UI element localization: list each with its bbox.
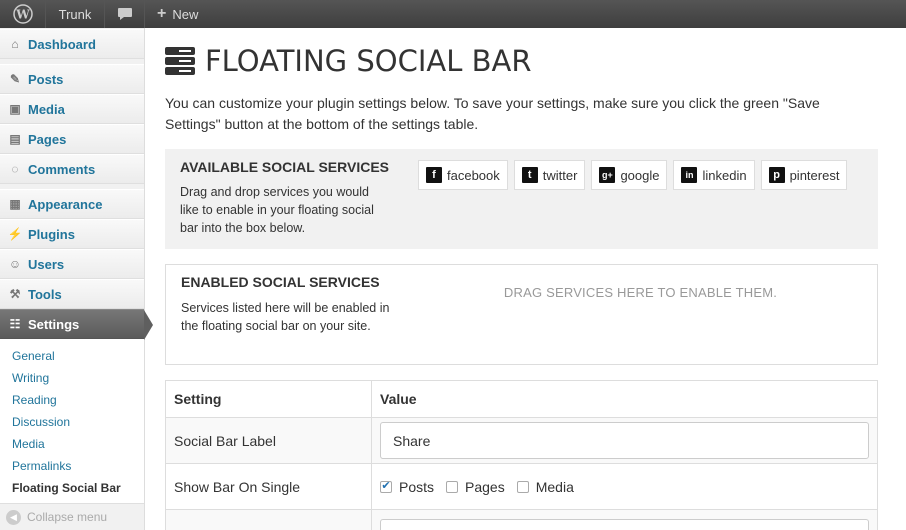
submenu-floating-social-bar[interactable]: Floating Social Bar	[0, 477, 144, 499]
enabled-services-description: Services listed here will be enabled in …	[181, 301, 390, 333]
service-facebook[interactable]: f facebook	[418, 160, 508, 190]
sidebar-item-label: Comments	[28, 161, 96, 177]
linkedin-icon: in	[681, 167, 698, 183]
service-label: twitter	[542, 167, 578, 183]
service-google[interactable]: g+ google	[591, 160, 668, 190]
checkbox-label: Pages	[465, 478, 505, 495]
services-dropzone[interactable]: DRAG SERVICES HERE TO ENABLE THEM.	[419, 274, 862, 354]
social-bar-label-input[interactable]	[380, 422, 869, 459]
checkbox-posts[interactable]: ✔ Posts	[380, 479, 434, 495]
enabled-services-heading: ENABLED SOCIAL SERVICES	[181, 274, 380, 290]
setting-label: Social Bar Label	[165, 417, 372, 464]
table-row: Show Bar On Single ✔ Posts Pages Media	[165, 463, 878, 510]
comments-icon[interactable]	[105, 0, 145, 28]
table-row	[165, 509, 878, 530]
service-pinterest[interactable]: p pinterest	[760, 160, 848, 190]
new-label: New	[172, 6, 199, 22]
plugins-icon: ⚡	[7, 227, 23, 241]
table-header-row: Setting Value	[165, 380, 878, 418]
plus-icon: +	[157, 5, 167, 22]
svg-text:W: W	[15, 8, 30, 22]
submenu-permalinks[interactable]: Permalinks	[0, 455, 144, 477]
appearance-icon: ▦	[9, 197, 21, 211]
checkbox-unchecked-icon[interactable]	[446, 480, 459, 493]
collapse-menu-button[interactable]: ◀ Collapse menu	[0, 504, 144, 530]
facebook-icon: f	[426, 167, 442, 183]
next-setting-input[interactable]	[380, 519, 869, 530]
collapse-arrow-icon: ◀	[6, 509, 21, 525]
checkbox-pages[interactable]: Pages	[446, 479, 505, 495]
column-header-value: Value	[371, 380, 878, 418]
submenu-media[interactable]: Media	[0, 433, 144, 455]
sidebar-item-label: Users	[28, 256, 65, 272]
users-icon: ☺	[8, 257, 22, 271]
checkbox-label: Media	[535, 478, 574, 495]
column-header-setting: Setting	[165, 380, 372, 418]
submenu-discussion[interactable]: Discussion	[0, 411, 144, 433]
sidebar-item-comments[interactable]: ◌ Comments	[0, 154, 144, 184]
admin-sidebar: ⌂ Dashboard ✎ Posts ▣ Media ▤ Pages ◌ Co…	[0, 28, 153, 530]
service-label: pinterest	[789, 167, 840, 183]
media-icon: ▣	[9, 102, 21, 116]
sidebar-item-label: Tools	[28, 286, 62, 302]
service-label: facebook	[447, 167, 500, 183]
site-name-link[interactable]: Trunk	[46, 0, 105, 28]
page-header: FLOATING SOCIAL BAR	[165, 44, 878, 78]
sidebar-item-label: Posts	[28, 71, 64, 87]
settings-icon: ☷	[9, 317, 21, 331]
wordpress-logo-icon[interactable]: W	[0, 0, 46, 28]
checkbox-label: Posts	[399, 478, 435, 495]
sidebar-item-label: Dashboard	[28, 36, 96, 52]
comments-icon: ◌	[11, 162, 19, 176]
submenu-reading[interactable]: Reading	[0, 389, 144, 411]
sidebar-item-label: Appearance	[28, 196, 103, 212]
sidebar-item-tools[interactable]: ⚒ Tools	[0, 279, 144, 309]
table-row: Social Bar Label	[165, 417, 878, 464]
enabled-services-panel: ENABLED SOCIAL SERVICES Services listed …	[165, 264, 878, 365]
submenu-writing[interactable]: Writing	[0, 367, 144, 389]
admin-bar: W Trunk + New	[0, 0, 906, 28]
sidebar-item-media[interactable]: ▣ Media	[0, 94, 144, 124]
twitter-icon: t	[521, 167, 538, 183]
available-services-description: Drag and drop services you would like to…	[180, 185, 374, 235]
settings-submenu: General Writing Reading Discussion Media…	[0, 339, 144, 504]
sidebar-item-settings[interactable]: ☷ Settings	[0, 309, 153, 340]
intro-text: You can customize your plugin settings b…	[165, 95, 820, 132]
sidebar-item-appearance[interactable]: ▦ Appearance	[0, 189, 144, 219]
pin-icon: ✎	[9, 72, 21, 86]
sidebar-item-plugins[interactable]: ⚡ Plugins	[0, 219, 144, 249]
pages-icon: ▤	[9, 132, 21, 146]
available-services-heading: AVAILABLE SOCIAL SERVICES	[180, 159, 389, 175]
sidebar-item-label: Pages	[28, 131, 67, 147]
setting-label: Show Bar On Single	[165, 463, 372, 510]
pinterest-icon: p	[768, 167, 785, 183]
service-twitter[interactable]: t twitter	[513, 160, 586, 190]
sidebar-item-label: Settings	[28, 316, 80, 332]
available-services-list: f facebook t twitter g+ google in linked…	[418, 160, 848, 237]
post-type-checkboxes: ✔ Posts Pages Media	[380, 479, 877, 495]
main-content: FLOATING SOCIAL BAR You can customize yo…	[165, 28, 878, 530]
dashboard-icon: ⌂	[11, 37, 19, 51]
service-label: google	[620, 167, 660, 183]
tools-icon: ⚒	[9, 287, 21, 301]
sidebar-item-posts[interactable]: ✎ Posts	[0, 64, 144, 94]
sidebar-item-users[interactable]: ☺ Users	[0, 249, 144, 279]
sidebar-item-pages[interactable]: ▤ Pages	[0, 124, 144, 154]
checkbox-media[interactable]: Media	[516, 478, 574, 495]
available-services-panel: AVAILABLE SOCIAL SERVICES Drag and drop …	[165, 149, 878, 249]
server-stack-icon	[165, 47, 195, 75]
collapse-label: Collapse menu	[27, 510, 108, 524]
sidebar-item-label: Media	[28, 101, 65, 117]
sidebar-item-label: Plugins	[28, 226, 75, 242]
service-linkedin[interactable]: in linkedin	[673, 160, 755, 190]
checkbox-unchecked-icon[interactable]	[516, 480, 529, 493]
google-plus-icon: g+	[599, 167, 616, 183]
service-label: linkedin	[702, 167, 747, 183]
page-title: FLOATING SOCIAL BAR	[205, 44, 532, 78]
submenu-general[interactable]: General	[0, 345, 144, 367]
new-content-button[interactable]: + New	[145, 0, 210, 28]
settings-table: Setting Value Social Bar Label Show Bar …	[165, 380, 878, 530]
sidebar-item-dashboard[interactable]: ⌂ Dashboard	[0, 29, 144, 59]
checkbox-checked-icon[interactable]: ✔	[380, 480, 392, 493]
